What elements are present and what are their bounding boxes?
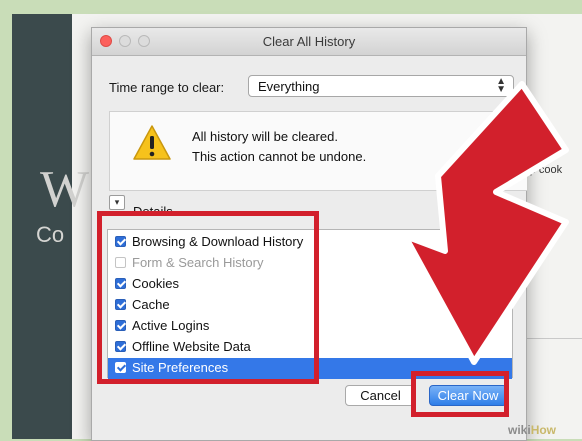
wikihow-watermark: wikiHow: [508, 423, 556, 437]
red-arrow-icon: [402, 81, 569, 365]
watermark-wiki-text: wiki: [508, 423, 531, 437]
watermark-how-text: How: [530, 423, 557, 437]
